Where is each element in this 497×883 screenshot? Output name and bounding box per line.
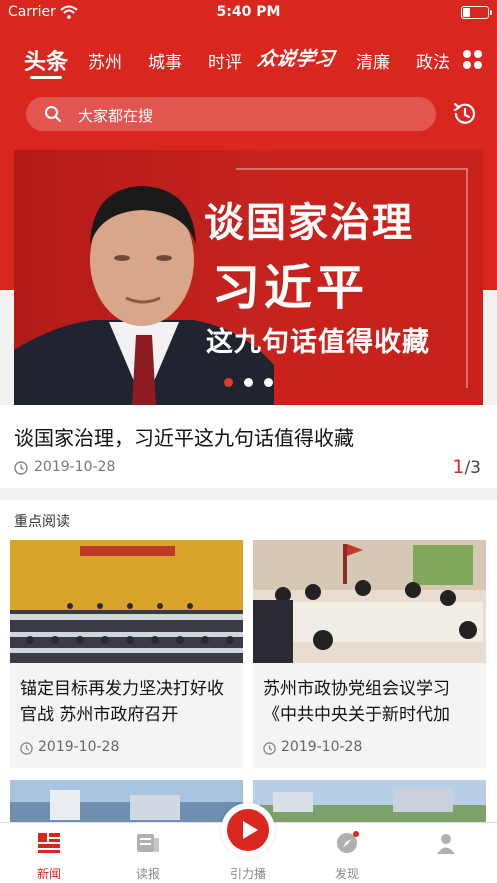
clock-icon xyxy=(263,742,276,755)
search-placeholder: 大家都在搜 xyxy=(78,107,154,125)
channel-grid-icon[interactable] xyxy=(463,50,483,70)
status-time: 5:40 PM xyxy=(216,4,281,20)
banner-pager: 1/3 xyxy=(452,456,481,478)
tab-city[interactable]: 城事 xyxy=(148,48,182,73)
nav-news[interactable]: 新闻 xyxy=(14,823,84,883)
card-image xyxy=(253,540,486,663)
headline-date: 2019-10-28 xyxy=(34,459,116,475)
headline-title[interactable]: 谈国家治理，习近平这九句话值得收藏 xyxy=(14,422,354,451)
battery-icon xyxy=(461,6,492,19)
nav-newspaper[interactable]: 读报 xyxy=(113,823,183,883)
headline-panel[interactable]: 谈国家治理，习近平这九句话值得收藏 2019-10-28 1/3 xyxy=(0,405,497,488)
carousel-dot[interactable] xyxy=(244,378,253,387)
nav-discover[interactable]: 发现 xyxy=(312,823,382,883)
channel-tabs: 头条 苏州 城事 时评 众说学习 清廉 政法 xyxy=(0,36,497,82)
featured-section: 重点阅读 锚定目标再发力坚决打好收官战 苏州市政府召开 2019-10-28 苏… xyxy=(0,500,497,830)
nav-label: 新闻 xyxy=(36,867,61,881)
nav-label: 引力播 xyxy=(229,867,266,881)
banner-line1: 谈国家治理 xyxy=(204,200,414,246)
tab-integrity[interactable]: 清廉 xyxy=(356,48,390,73)
news-icon xyxy=(38,833,60,853)
status-bar: Carrier 5:40 PM xyxy=(0,0,497,28)
clock-icon xyxy=(14,461,28,475)
compass-icon xyxy=(337,831,359,853)
search-icon xyxy=(45,106,61,122)
tab-suzhou[interactable]: 苏州 xyxy=(88,48,122,73)
play-icon xyxy=(243,821,258,839)
history-icon[interactable] xyxy=(451,100,479,128)
nav-label: 发现 xyxy=(334,867,359,881)
tab-headlines[interactable]: 头条 xyxy=(24,44,68,76)
nav-label: 读报 xyxy=(135,867,160,881)
section-title: 重点阅读 xyxy=(14,514,70,530)
clock-icon xyxy=(20,742,33,755)
card-date: 2019-10-28 xyxy=(38,739,120,755)
play-button-circle xyxy=(227,809,269,851)
tab-study[interactable]: 众说学习 xyxy=(256,44,337,71)
pager-total: /3 xyxy=(464,458,481,478)
search-bar[interactable]: 大家都在搜 xyxy=(26,97,436,131)
hero-banner[interactable]: 谈国家治理 习近平 这九句话值得收藏 xyxy=(14,150,483,405)
carousel-dot[interactable] xyxy=(224,378,233,387)
pager-current: 1 xyxy=(452,456,465,478)
tab-commentary[interactable]: 时评 xyxy=(208,48,242,73)
card-title[interactable]: 锚定目标再发力坚决打好收官战 苏州市政府召开 xyxy=(20,676,240,728)
carousel-dot[interactable] xyxy=(264,378,273,387)
banner-line3: 这九句话值得收藏 xyxy=(206,327,430,358)
news-card[interactable]: 苏州市政协党组会议学习《中共中央关于新时代加 2019-10-28 xyxy=(253,540,486,768)
banner-line2: 习近平 xyxy=(212,260,369,316)
nav-profile[interactable] xyxy=(411,823,481,883)
card-image xyxy=(10,540,243,663)
profile-icon xyxy=(437,834,455,854)
active-tab-indicator xyxy=(30,76,62,79)
card-title[interactable]: 苏州市政协党组会议学习《中共中央关于新时代加 xyxy=(263,676,483,728)
card-date: 2019-10-28 xyxy=(281,739,363,755)
tab-law[interactable]: 政法 xyxy=(416,48,450,73)
news-card[interactable]: 锚定目标再发力坚决打好收官战 苏州市政府召开 2019-10-28 xyxy=(10,540,243,768)
play-center-button[interactable] xyxy=(221,803,275,857)
newspaper-icon xyxy=(137,834,159,852)
